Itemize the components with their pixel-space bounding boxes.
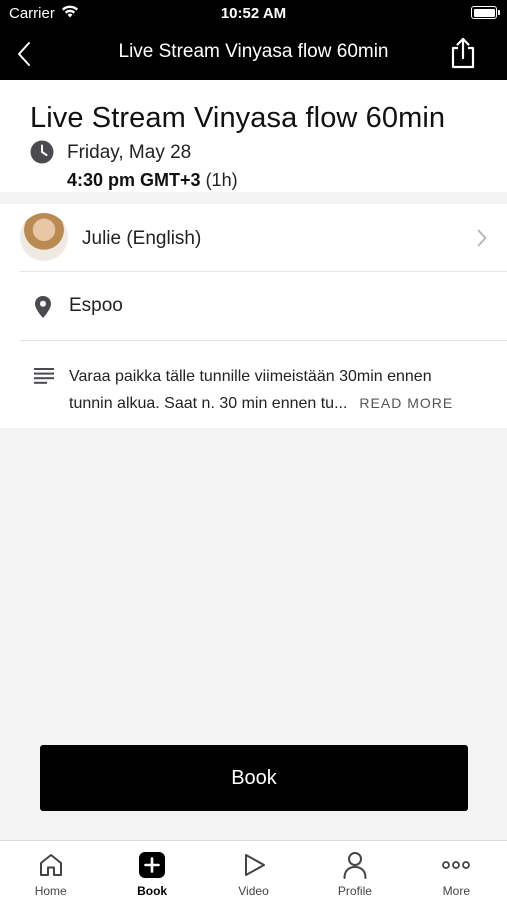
class-date: Friday, May 28	[67, 142, 192, 163]
tab-home-label: Home	[34, 884, 67, 898]
play-icon	[239, 850, 269, 880]
clock-icon	[30, 140, 54, 164]
instructor-row[interactable]: Julie (English)	[20, 204, 507, 272]
chevron-right-icon	[477, 229, 487, 247]
read-more-link[interactable]: READ MORE	[359, 390, 453, 416]
tab-profile[interactable]: Profile	[304, 841, 405, 900]
person-icon	[340, 850, 370, 880]
battery-icon	[471, 6, 500, 19]
class-details: Julie (English) Espoo Varaa paikka tälle…	[0, 204, 507, 428]
class-title: Live Stream Vinyasa flow 60min	[30, 102, 446, 134]
description-lines-icon	[34, 368, 54, 384]
share-button[interactable]	[447, 36, 479, 70]
class-start-time: 4:30 pm GMT+3	[67, 170, 201, 190]
top-bar: Carrier 10:52 AM Live Stream Vinyasa flo…	[0, 0, 507, 80]
status-time: 10:52 AM	[220, 5, 287, 22]
share-icon	[451, 37, 475, 69]
class-header: Live Stream Vinyasa flow 60min Friday, M…	[0, 80, 507, 192]
status-bar: Carrier 10:52 AM	[0, 0, 507, 28]
tab-bar: Home Book Video Profile More	[0, 840, 507, 900]
navigation-bar: Live Stream Vinyasa flow 60min	[0, 28, 507, 80]
description-line-2-wrapper: tunnin alkua. Saat n. 30 min ennen tu...…	[69, 390, 489, 417]
class-time: 4:30 pm GMT+3 (1h)	[67, 170, 238, 191]
back-button[interactable]	[10, 38, 38, 70]
book-button[interactable]: Book	[40, 745, 468, 811]
description-line-2: tunnin alkua. Saat n. 30 min ennen tu...	[69, 395, 348, 412]
class-duration: (1h)	[205, 170, 238, 190]
more-dots-icon	[441, 850, 471, 880]
description-line-1: Varaa paikka tälle tunnille viimeistään …	[69, 368, 432, 385]
tab-book[interactable]: Book	[101, 841, 202, 900]
description-text: Varaa paikka tälle tunnille viimeistään …	[69, 364, 489, 417]
tab-more[interactable]: More	[406, 841, 507, 900]
tab-book-label: Book	[137, 884, 168, 898]
avatar	[20, 213, 68, 261]
home-icon	[36, 850, 66, 880]
location-pin-icon	[35, 296, 51, 318]
tab-home[interactable]: Home	[0, 841, 101, 900]
tab-video-label: Video	[238, 884, 269, 898]
tab-more-label: More	[442, 884, 470, 898]
nav-title: Live Stream Vinyasa flow 60min	[118, 41, 389, 62]
chevron-left-icon	[18, 42, 30, 66]
tab-profile-label: Profile	[337, 884, 372, 898]
plus-square-icon	[137, 850, 167, 880]
location-name: Espoo	[69, 295, 123, 316]
tab-video[interactable]: Video	[203, 841, 304, 900]
location-row: Espoo	[20, 272, 507, 341]
instructor-name: Julie (English)	[82, 228, 202, 249]
description-row: Varaa paikka tälle tunnille viimeistään …	[20, 341, 507, 428]
